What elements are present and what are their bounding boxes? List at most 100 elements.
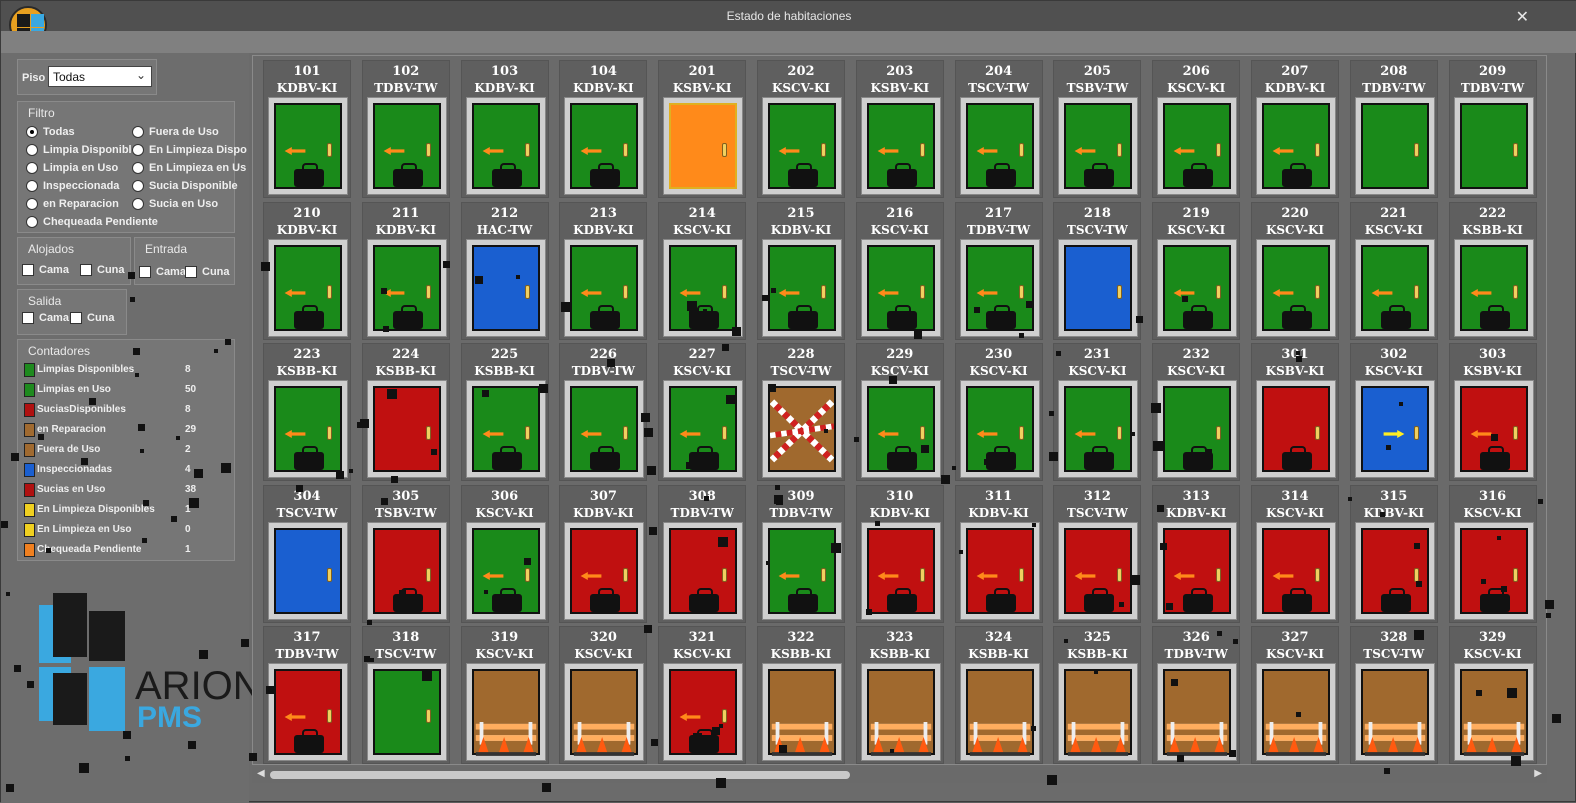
room-tile-104[interactable]: 104 KDBV-KI	[559, 60, 648, 198]
entrada-cuna-checkbox[interactable]: Cuna	[185, 266, 230, 279]
room-tile-203[interactable]: 203 KSBV-KI	[855, 60, 944, 198]
room-tile-218[interactable]: 218 TSCV-TW	[1053, 201, 1142, 340]
salida-cama-checkbox[interactable]: Cama	[22, 312, 69, 325]
salida-cuna-checkbox[interactable]: Cuna	[70, 312, 115, 325]
room-tile-313[interactable]: 313 KDBV-KI	[1152, 484, 1241, 623]
room-tile-321[interactable]: 321 KSCV-KI	[658, 626, 747, 764]
arrow-left-icon	[1074, 430, 1096, 438]
room-tile-219[interactable]: 219 KSCV-KI	[1152, 201, 1241, 340]
room-tile-224[interactable]: 224 KSBB-KI	[361, 343, 450, 481]
filtro-option-fuera-de-uso[interactable]: Fuera de Uso	[132, 126, 219, 139]
room-tile-314[interactable]: 314 KSCV-KI	[1251, 484, 1339, 623]
room-tile-202[interactable]: 202 KSCV-KI	[757, 60, 845, 198]
room-tile-204[interactable]: 204 TSCV-TW	[954, 60, 1043, 198]
filtro-option-limpia-en-uso[interactable]: Limpia en Uso	[26, 162, 118, 175]
room-tile-303[interactable]: 303 KSBV-KI	[1448, 343, 1537, 481]
room-tile-229[interactable]: 229 KSCV-KI	[855, 343, 944, 481]
room-tile-215[interactable]: 215 KDBV-KI	[757, 201, 845, 340]
room-tile-214[interactable]: 214 KSCV-KI	[658, 201, 747, 340]
room-tile-231[interactable]: 231 KSCV-KI	[1053, 343, 1142, 481]
luggage-icon	[886, 163, 917, 187]
room-tile-310[interactable]: 310 KDBV-KI	[855, 484, 944, 623]
room-tile-301[interactable]: 301 KSBV-KI	[1251, 343, 1339, 481]
filtro-option-en-limpieza-en-us[interactable]: En Limpieza en Us	[132, 162, 246, 175]
room-tile-309[interactable]: 309 TDBV-TW	[757, 484, 845, 623]
room-tile-211[interactable]: 211 KDBV-KI	[361, 201, 450, 340]
room-tile-308[interactable]: 308 TDBV-TW	[658, 484, 747, 623]
horizontal-scrollbar[interactable]: ◀ ▶	[252, 767, 1547, 783]
filtro-option-sucia-en-uso[interactable]: Sucia en Uso	[132, 198, 218, 211]
room-tile-322[interactable]: 322 KSBB-KI	[757, 626, 845, 764]
room-tile-230[interactable]: 230 KSCV-KI	[954, 343, 1043, 481]
door-frame	[1453, 663, 1534, 761]
filtro-option-inspeccionada[interactable]: Inspeccionada	[26, 180, 119, 193]
scroll-right-icon[interactable]: ▶	[1534, 768, 1542, 779]
room-tile-226[interactable]: 226 TDBV-TW	[559, 343, 648, 481]
room-tile-208[interactable]: 208 TDBV-TW	[1349, 60, 1438, 198]
room-tile-207[interactable]: 207 KDBV-KI	[1251, 60, 1339, 198]
room-tile-326[interactable]: 326 TDBV-TW	[1152, 626, 1241, 764]
alojados-cama-checkbox[interactable]: Cama	[22, 264, 69, 277]
radio-icon	[26, 162, 38, 175]
filtro-option-todas[interactable]: Todas	[26, 126, 75, 139]
room-tile-232[interactable]: 232 KSCV-KI	[1152, 343, 1241, 481]
door-icon	[1163, 669, 1232, 756]
room-tile-312[interactable]: 312 TSCV-TW	[1053, 484, 1142, 623]
entrada-cama-checkbox[interactable]: Cama	[139, 266, 186, 279]
room-tile-328[interactable]: 328 TSCV-TW	[1349, 626, 1438, 764]
room-tile-319[interactable]: 319 KSCV-KI	[460, 626, 549, 764]
room-tile-217[interactable]: 217 TDBV-TW	[954, 201, 1043, 340]
scroll-left-icon[interactable]: ◀	[257, 768, 265, 779]
room-tile-318[interactable]: 318 TSCV-TW	[361, 626, 450, 764]
room-tile-311[interactable]: 311 KDBV-KI	[954, 484, 1043, 623]
filtro-option-en-limpieza-dispo[interactable]: En Limpieza Dispo	[132, 144, 247, 157]
arrow-left-icon	[284, 147, 306, 155]
room-tile-212[interactable]: 212 HAC-TW	[460, 201, 549, 340]
room-tile-329[interactable]: 329 KSCV-KI	[1448, 626, 1537, 764]
room-tile-307[interactable]: 307 KDBV-KI	[559, 484, 648, 623]
room-tile-221[interactable]: 221 KSCV-KI	[1349, 201, 1438, 340]
room-tile-210[interactable]: 210 KDBV-KI	[263, 201, 351, 340]
scroll-thumb[interactable]	[270, 771, 850, 779]
room-tile-201[interactable]: 201 KSBV-KI	[658, 60, 747, 198]
filtro-option-sucia-disponible[interactable]: Sucia Disponible	[132, 180, 238, 193]
room-tile-101[interactable]: 101 KDBV-KI	[263, 60, 351, 198]
alojados-cuna-checkbox[interactable]: Cuna	[80, 264, 125, 277]
room-tile-206[interactable]: 206 KSCV-KI	[1152, 60, 1241, 198]
filtro-option-chequeada-pendiente[interactable]: Chequeada Pendiente	[26, 216, 158, 229]
door-icon	[372, 103, 441, 189]
room-tile-324[interactable]: 324 KSBB-KI	[954, 626, 1043, 764]
close-icon[interactable]: ✕	[1516, 7, 1529, 27]
room-tile-305[interactable]: 305 TSBV-TW	[361, 484, 450, 623]
arrow-left-icon	[679, 288, 701, 297]
room-tile-315[interactable]: 315 KDBV-KI	[1349, 484, 1438, 623]
room-tile-317[interactable]: 317 TDBV-TW	[263, 626, 351, 764]
room-tile-302[interactable]: 302 KSCV-KI	[1349, 343, 1438, 481]
room-tile-216[interactable]: 216 KSCV-KI	[855, 201, 944, 340]
room-tile-205[interactable]: 205 TSBV-TW	[1053, 60, 1142, 198]
door-icon	[768, 103, 836, 189]
room-tile-228[interactable]: 228 TSCV-TW	[757, 343, 845, 481]
room-tile-103[interactable]: 103 KDBV-KI	[460, 60, 549, 198]
room-tile-320[interactable]: 320 KSCV-KI	[559, 626, 648, 764]
room-type: KSBB-KI	[276, 364, 338, 378]
room-tile-306[interactable]: 306 KSCV-KI	[460, 484, 549, 623]
room-tile-223[interactable]: 223 KSBB-KI	[263, 343, 351, 481]
room-tile-325[interactable]: 325 KSBB-KI	[1053, 626, 1142, 764]
room-tile-323[interactable]: 323 KSBB-KI	[855, 626, 944, 764]
room-tile-316[interactable]: 316 KSCV-KI	[1448, 484, 1537, 623]
room-tile-304[interactable]: 304 TSCV-TW	[263, 484, 351, 623]
room-tile-222[interactable]: 222 KSBB-KI	[1448, 201, 1537, 340]
room-tile-102[interactable]: 102 TDBV-TW	[361, 60, 450, 198]
room-tile-213[interactable]: 213 KDBV-KI	[559, 201, 648, 340]
piso-select[interactable]: Todas ⌄	[48, 66, 152, 87]
luggage-icon	[1183, 446, 1214, 470]
room-tile-225[interactable]: 225 KSBB-KI	[460, 343, 549, 481]
room-tile-220[interactable]: 220 KSCV-KI	[1251, 201, 1339, 340]
room-tile-209[interactable]: 209 TDBV-TW	[1448, 60, 1537, 198]
filtro-option-limpia-disponible[interactable]: Limpia Disponible	[26, 144, 138, 157]
room-number: 226	[589, 347, 617, 362]
filtro-option-en-reparacion[interactable]: en Reparacion	[26, 198, 119, 211]
room-tile-227[interactable]: 227 KSCV-KI	[658, 343, 747, 481]
room-tile-327[interactable]: 327 KSCV-KI	[1251, 626, 1339, 764]
